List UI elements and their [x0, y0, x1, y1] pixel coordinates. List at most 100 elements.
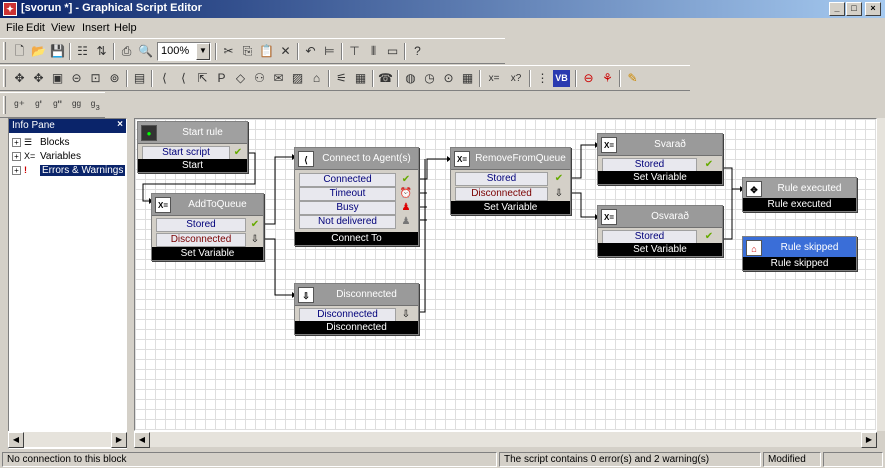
decision-icon[interactable]: ◇ — [232, 70, 249, 87]
arrange-5-icon[interactable]: ᵍ₃ — [87, 97, 104, 114]
queue-icon[interactable]: ⊝ — [68, 70, 85, 87]
block-remove-from-queue[interactable]: X= RemoveFromQueue Stored ✔ Disconnected … — [450, 147, 571, 215]
undo-icon[interactable]: ↶ — [302, 43, 319, 60]
new-file-icon[interactable]: 🗋 — [11, 43, 28, 60]
flow-alt-icon[interactable]: ✥ — [30, 70, 47, 87]
canvas-hscrollbar[interactable]: ◀ ▶ — [134, 431, 877, 448]
menu-help[interactable]: Help — [114, 22, 137, 34]
tree-item-blocks[interactable]: + ☰ Blocks — [12, 137, 69, 151]
block-row[interactable]: Stored — [602, 230, 697, 244]
p-block-icon[interactable]: P — [213, 70, 230, 87]
scroll-right-icon[interactable]: ▶ — [861, 432, 877, 448]
copy-icon[interactable]: ⎘ — [239, 43, 256, 60]
block-disconnected[interactable]: ⇩ Disconnected Disconnected ⇩ Disconnecte… — [294, 283, 419, 335]
end-icon[interactable]: ⚘ — [599, 70, 616, 87]
print-icon[interactable]: ⎙ — [118, 43, 135, 60]
arrange-1-icon[interactable]: ᵍ⁺ — [11, 97, 28, 114]
block-row[interactable]: Start script — [142, 146, 230, 160]
open-folder-icon[interactable]: 📂 — [30, 43, 47, 60]
queue-alt-icon[interactable]: ⊡ — [87, 70, 104, 87]
arrange-4-icon[interactable]: ᵍᵍ — [68, 97, 85, 114]
menu-file[interactable]: File — [6, 22, 24, 34]
align-left-icon[interactable]: ⊨ — [321, 43, 338, 60]
screen-icon[interactable]: ▤ — [131, 70, 148, 87]
save-icon[interactable]: 💾 — [49, 43, 66, 60]
menu-insert[interactable]: Insert — [82, 22, 110, 34]
route-icon[interactable]: ⇱ — [194, 70, 211, 87]
block-osvarad[interactable]: X= Ósvarað Stored ✔ Set Variable — [597, 205, 723, 257]
record-icon[interactable]: ◍ — [402, 70, 419, 87]
mail-icon[interactable]: ✉ — [270, 70, 287, 87]
expand-icon[interactable]: + — [12, 151, 21, 161]
help-icon[interactable]: ? — [409, 43, 426, 60]
connect-icon[interactable]: ⟨ — [156, 70, 173, 87]
expand-icon[interactable]: + — [12, 138, 21, 147]
delete-icon[interactable]: ✕ — [277, 43, 294, 60]
hangup-icon: ⇩ — [298, 287, 314, 303]
grid-icon[interactable]: ▦ — [352, 70, 369, 87]
scroll-right-icon[interactable]: ▶ — [111, 432, 127, 448]
block-row[interactable]: Disconnected — [156, 233, 246, 247]
close-icon[interactable]: × — [117, 119, 123, 130]
block-row[interactable]: Disconnected — [455, 187, 548, 201]
block-row[interactable]: Disconnected — [299, 308, 396, 322]
maximize-button[interactable]: □ — [846, 2, 862, 16]
distribute-icon[interactable]: ⫴ — [365, 43, 382, 60]
stop-icon[interactable]: ⊖ — [580, 70, 597, 87]
arrange-2-icon[interactable]: ᵍ' — [30, 97, 47, 114]
tree-item-variables[interactable]: + X= Variables — [12, 151, 81, 165]
block-row[interactable]: Timeout — [299, 187, 396, 201]
script-canvas[interactable]: ● Start rule Start script ✔ Start X= AddTo… — [134, 118, 877, 431]
chevron-down-icon[interactable]: ▼ — [196, 43, 210, 60]
set-variable-icon[interactable]: x= — [484, 70, 504, 87]
vb-icon[interactable]: VB — [553, 70, 570, 87]
block-row[interactable]: Stored — [156, 218, 246, 232]
block-connect-to-agent[interactable]: ⟨ Connect to Agent(s) Connected ✔ Timeout… — [294, 147, 419, 246]
wizard-icon[interactable]: ✎ — [624, 70, 641, 87]
cut-icon[interactable]: ✂ — [220, 43, 237, 60]
close-button[interactable]: × — [865, 2, 881, 16]
info-pane-hscrollbar[interactable]: ◀ ▶ — [8, 431, 127, 448]
block-row[interactable]: Busy — [299, 201, 396, 215]
time-icon[interactable]: ◷ — [421, 70, 438, 87]
branch-icon[interactable]: ⋮ — [534, 70, 551, 87]
scroll-left-icon[interactable]: ◀ — [8, 432, 24, 448]
block-svarad[interactable]: X= Svarað Stored ✔ Set Variable — [597, 133, 723, 185]
align-top-icon[interactable]: ⊤ — [346, 43, 363, 60]
zoom-combo[interactable]: 100% ▼ — [157, 42, 211, 61]
message-icon[interactable]: ▨ — [289, 70, 306, 87]
block-start-rule[interactable]: ● Start rule Start script ✔ Start — [137, 121, 248, 173]
condition-icon[interactable]: x? — [506, 70, 526, 87]
block-row[interactable]: Connected — [299, 173, 396, 187]
paste-icon[interactable]: 📋 — [258, 43, 275, 60]
properties-icon[interactable]: ☷ — [74, 43, 91, 60]
menu-edit[interactable]: Edit — [26, 22, 45, 34]
search-block-icon[interactable]: ⊚ — [106, 70, 123, 87]
sort-icon[interactable]: ⇅ — [93, 43, 110, 60]
tree-item-errors[interactable]: +! Errors & Warnings — [12, 165, 127, 179]
block-row[interactable]: Not delivered — [299, 215, 396, 229]
expand-icon[interactable]: + — [12, 165, 21, 175]
agents-icon[interactable]: ⚇ — [251, 70, 268, 87]
same-size-icon[interactable]: ▭ — [384, 43, 401, 60]
block-add-to-queue[interactable]: X= AddToQueue Stored ✔ Disconnected ⇩ Set… — [151, 193, 264, 261]
input-icon[interactable]: ▣ — [49, 70, 66, 87]
block-rule-executed[interactable]: ✥ Rule executed Rule executed — [742, 177, 857, 212]
flow-icon[interactable]: ✥ — [11, 70, 28, 87]
canvas-vscrollbar[interactable] — [877, 118, 885, 431]
block-row[interactable]: Stored — [602, 158, 697, 172]
block-row[interactable]: Stored — [455, 172, 548, 186]
print-preview-icon[interactable]: 🔍 — [137, 43, 154, 60]
phone-icon[interactable]: ☎ — [377, 70, 394, 87]
transfer-icon[interactable]: ⟨ — [175, 70, 192, 87]
minimize-button[interactable]: _ — [829, 2, 845, 16]
block-rule-skipped[interactable]: ⌂ Rule skipped Rule skipped — [742, 236, 857, 271]
home-icon[interactable]: ⌂ — [308, 70, 325, 87]
arrange-3-icon[interactable]: ᵍ" — [49, 97, 66, 114]
calendar-icon[interactable]: ▦ — [459, 70, 476, 87]
standard-toolbar: 🗋 📂 💾 ☷ ⇅ ⎙ 🔍 100% ▼ ✂ ⎘ 📋 ✕ ↶ ⊨ ⊤ ⫴ ▭ ? — [0, 38, 505, 64]
menu-view[interactable]: View — [51, 22, 75, 34]
scroll-left-icon[interactable]: ◀ — [134, 432, 150, 448]
clock-icon[interactable]: ⊙ — [440, 70, 457, 87]
script-icon[interactable]: ⚟ — [333, 70, 350, 87]
